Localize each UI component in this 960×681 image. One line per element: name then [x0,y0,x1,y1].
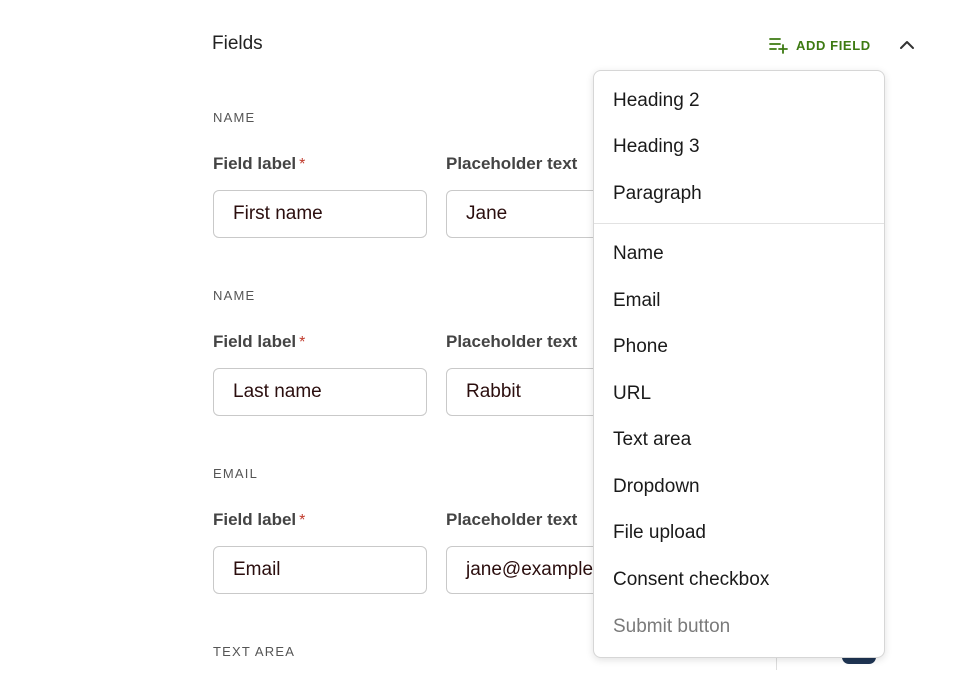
required-mark: * [299,512,306,529]
menu-divider [594,223,884,224]
add-list-icon [769,38,788,54]
page-title: Fields [212,33,263,54]
menu-item-heading-2[interactable]: Heading 2 [613,90,700,112]
menu-item-consent-checkbox[interactable]: Consent checkbox [613,569,769,591]
placeholder-label-heading: Placeholder text [446,154,578,173]
add-field-button[interactable]: ADD FIELD [768,36,871,54]
menu-item-phone[interactable]: Phone [613,336,668,358]
required-mark: * [299,156,306,173]
required-mark: * [299,334,306,351]
field-label-input[interactable]: First name [213,190,427,238]
menu-item-file-upload[interactable]: File upload [613,522,706,544]
menu-item-name[interactable]: Name [613,243,664,265]
menu-item-text-area[interactable]: Text area [613,429,691,451]
menu-item-paragraph[interactable]: Paragraph [613,183,702,205]
field-label-heading: Field label [213,510,297,529]
menu-item-email[interactable]: Email [613,290,661,312]
add-field-menu: Heading 2 Heading 3 Paragraph Name Email… [593,70,885,658]
menu-item-dropdown[interactable]: Dropdown [613,476,700,498]
field-label-heading: Field label [213,154,297,173]
menu-item-url[interactable]: URL [613,383,651,405]
add-field-label: ADD FIELD [796,37,871,53]
field-label-input[interactable]: Last name [213,368,427,416]
menu-item-submit-button: Submit button [613,616,731,637]
menu-item-heading-3[interactable]: Heading 3 [613,136,700,158]
field-label-input[interactable]: Email [213,546,427,594]
placeholder-label-heading: Placeholder text [446,332,578,351]
chevron-up-icon [900,41,914,49]
collapse-button[interactable] [896,34,918,56]
placeholder-label-heading: Placeholder text [446,510,578,529]
field-label-heading: Field label [213,332,297,351]
